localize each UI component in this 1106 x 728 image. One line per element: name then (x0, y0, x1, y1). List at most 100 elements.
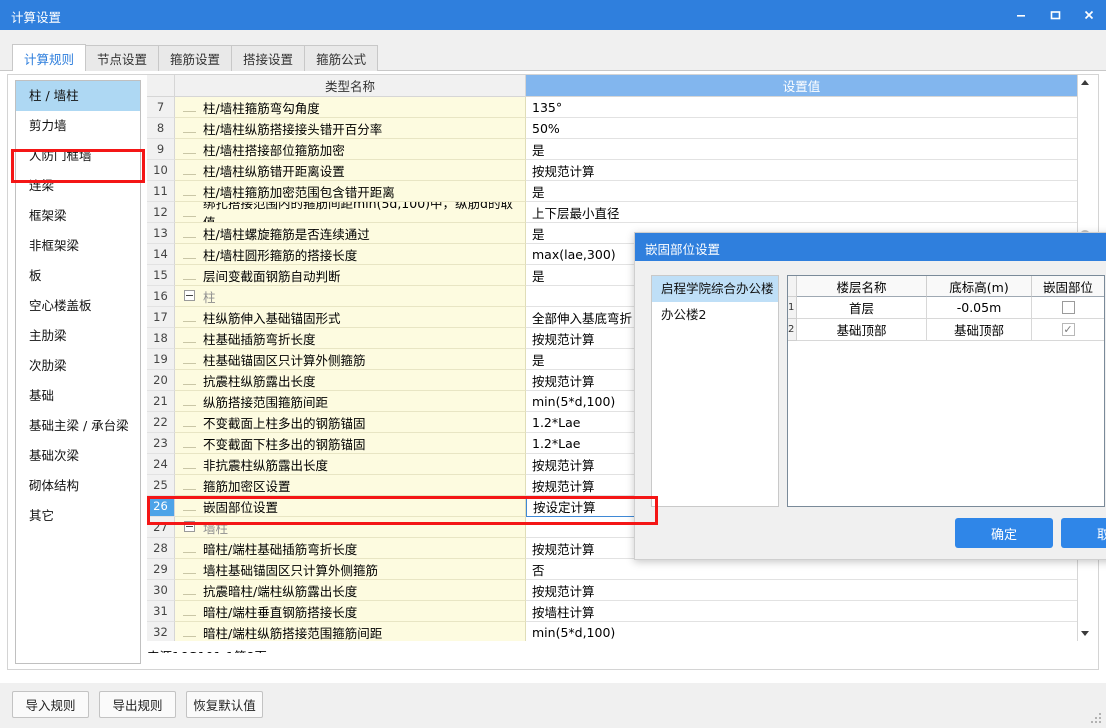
type-name-cell[interactable]: 柱/墙柱圆形箍筋的搭接长度 (175, 244, 526, 265)
type-name-cell[interactable]: 抗震暗柱/端柱纵筋露出长度 (175, 580, 526, 601)
type-name-cell[interactable]: 柱纵筋伸入基础锚固形式 (175, 307, 526, 328)
table-row[interactable]: 29 墙柱基础锚固区只计算外侧箍筋 否 (147, 559, 1077, 580)
type-name-cell[interactable]: 绑扎搭接范围内的箍筋间距min(5d,100)中，纵筋d的取值 (175, 202, 526, 223)
row-number-cell[interactable]: 9 (147, 139, 175, 160)
type-name-cell[interactable]: 柱/墙柱纵筋错开距离设置 (175, 160, 526, 181)
dialog-ok-button[interactable]: 确定 (955, 518, 1053, 548)
row-number-cell[interactable]: 16 (147, 286, 175, 307)
type-name-cell[interactable]: 柱/墙柱箍筋加密范围包含错开距离 (175, 181, 526, 202)
tab-2[interactable]: 箍筋设置 (158, 45, 233, 71)
table-row[interactable]: 10 柱/墙柱纵筋错开距离设置 按规范计算 (147, 160, 1077, 181)
sidebar-item-11[interactable]: 基础主梁 / 承台梁 (16, 411, 140, 441)
grid-header-setting-value[interactable]: 设置值 (526, 75, 1077, 97)
table-row[interactable]: 7 柱/墙柱箍筋弯勾角度 135° (147, 97, 1077, 118)
setting-value-cell[interactable]: min(5*d,100) (526, 622, 1077, 641)
type-name-cell[interactable]: 墙柱基础锚固区只计算外侧箍筋 (175, 559, 526, 580)
type-name-cell[interactable]: 暗柱/端柱基础插筋弯折长度 (175, 538, 526, 559)
table-row[interactable]: 11 柱/墙柱箍筋加密范围包含错开距离 是 (147, 181, 1077, 202)
table-row[interactable]: 32 暗柱/端柱纵筋搭接范围箍筋间距 min(5*d,100) (147, 622, 1077, 641)
dialog-table-row[interactable]: 1 首层 -0.05m (788, 297, 1104, 319)
type-name-cell[interactable]: 柱 (175, 286, 526, 307)
dialog-row-index[interactable]: 1 (788, 297, 797, 319)
type-name-cell[interactable]: 抗震柱纵筋露出长度 (175, 370, 526, 391)
table-row[interactable]: 12 绑扎搭接范围内的箍筋间距min(5d,100)中，纵筋d的取值 上下层最小直径 (147, 202, 1077, 223)
type-name-cell[interactable]: 柱/墙柱箍筋弯勾角度 (175, 97, 526, 118)
row-number-cell[interactable]: 28 (147, 538, 175, 559)
dialog-elevation-cell[interactable]: 基础顶部 (927, 319, 1032, 341)
sidebar-item-0[interactable]: 柱 / 墙柱 (16, 81, 140, 111)
type-name-cell[interactable]: 层间变截面钢筋自动判断 (175, 265, 526, 286)
sidebar-item-7[interactable]: 空心楼盖板 (16, 291, 140, 321)
row-number-cell[interactable]: 12 (147, 202, 175, 223)
import-rules-button[interactable]: 导入规则 (12, 691, 89, 718)
row-number-cell[interactable]: 29 (147, 559, 175, 580)
setting-value-cell[interactable]: 是 (526, 139, 1077, 160)
tab-3[interactable]: 搭接设置 (231, 45, 306, 71)
setting-value-cell[interactable]: 按规范计算 (526, 580, 1077, 601)
row-number-cell[interactable]: 25 (147, 475, 175, 496)
row-number-cell[interactable]: 15 (147, 265, 175, 286)
collapse-expander-icon[interactable] (175, 520, 203, 535)
row-number-cell[interactable]: 27 (147, 517, 175, 538)
table-row[interactable]: 31 暗柱/端柱垂直钢筋搭接长度 按墙柱计算 (147, 601, 1077, 622)
row-number-cell[interactable]: 31 (147, 601, 175, 622)
dialog-floor-table[interactable]: 楼层名称 底标高(m) 嵌固部位 1 首层 -0.05m 2 基础顶部 基础顶部 ✓ (787, 275, 1105, 507)
row-number-cell[interactable]: 21 (147, 391, 175, 412)
row-number-cell[interactable]: 13 (147, 223, 175, 244)
export-rules-button[interactable]: 导出规则 (99, 691, 176, 718)
sidebar-item-1[interactable]: 剪力墙 (16, 111, 140, 141)
maximize-button[interactable] (1038, 0, 1072, 30)
scroll-down-button[interactable] (1078, 626, 1092, 641)
sidebar-item-5[interactable]: 非框架梁 (16, 231, 140, 261)
type-name-cell[interactable]: 柱/墙柱纵筋搭接接头错开百分率 (175, 118, 526, 139)
dialog-table-body[interactable]: 1 首层 -0.05m 2 基础顶部 基础顶部 ✓ (788, 297, 1104, 341)
grid-header-type-name[interactable]: 类型名称 (175, 75, 526, 97)
collapse-expander-icon[interactable] (175, 289, 203, 304)
row-number-cell[interactable]: 18 (147, 328, 175, 349)
sidebar-item-14[interactable]: 其它 (16, 501, 140, 531)
dialog-project-item[interactable]: 启程学院综合办公楼 (652, 276, 778, 302)
row-number-cell[interactable]: 11 (147, 181, 175, 202)
row-number-cell[interactable]: 8 (147, 118, 175, 139)
type-name-cell[interactable]: 柱基础插筋弯折长度 (175, 328, 526, 349)
resize-grip[interactable] (1091, 713, 1103, 725)
sidebar-item-2[interactable]: 人防门框墙 (16, 141, 140, 171)
row-number-cell[interactable]: 23 (147, 433, 175, 454)
row-number-cell[interactable]: 30 (147, 580, 175, 601)
type-name-cell[interactable]: 不变截面下柱多出的钢筋锚固 (175, 433, 526, 454)
sidebar-item-12[interactable]: 基础次梁 (16, 441, 140, 471)
row-number-cell[interactable]: 19 (147, 349, 175, 370)
restore-defaults-button[interactable]: 恢复默认值 (186, 691, 263, 718)
tab-0[interactable]: 计算规则 (12, 44, 87, 71)
setting-value-cell[interactable]: 135° (526, 97, 1077, 118)
dialog-table-row[interactable]: 2 基础顶部 基础顶部 ✓ (788, 319, 1104, 341)
sidebar-item-8[interactable]: 主肋梁 (16, 321, 140, 351)
tab-1[interactable]: 节点设置 (85, 45, 160, 71)
row-number-cell[interactable]: 17 (147, 307, 175, 328)
dialog-project-list[interactable]: 启程学院综合办公楼 办公楼2 (651, 275, 779, 507)
type-name-cell[interactable]: 非抗震柱纵筋露出长度 (175, 454, 526, 475)
setting-value-cell[interactable]: 按规范计算 (526, 160, 1077, 181)
table-row[interactable]: 30 抗震暗柱/端柱纵筋露出长度 按规范计算 (147, 580, 1077, 601)
dialog-embed-checkbox-cell[interactable] (1032, 297, 1104, 319)
checkbox-checked-icon[interactable]: ✓ (1061, 323, 1075, 336)
sidebar-item-13[interactable]: 砌体结构 (16, 471, 140, 501)
tab-4[interactable]: 箍筋公式 (304, 45, 379, 71)
minimize-button[interactable] (1004, 0, 1038, 30)
row-number-cell[interactable]: 24 (147, 454, 175, 475)
sidebar-item-9[interactable]: 次肋梁 (16, 351, 140, 381)
row-number-cell[interactable]: 32 (147, 622, 175, 641)
dialog-embed-checkbox-cell[interactable]: ✓ (1032, 319, 1104, 341)
dialog-floor-name-cell[interactable]: 首层 (797, 297, 927, 319)
type-name-cell[interactable]: 嵌固部位设置 (175, 496, 526, 517)
sidebar-item-4[interactable]: 框架梁 (16, 201, 140, 231)
dialog-row-index[interactable]: 2 (788, 319, 797, 341)
setting-value-cell[interactable]: 上下层最小直径 (526, 202, 1077, 223)
type-name-cell[interactable]: 柱/墙柱搭接部位箍筋加密 (175, 139, 526, 160)
type-name-cell[interactable]: 暗柱/端柱垂直钢筋搭接长度 (175, 601, 526, 622)
type-name-cell[interactable]: 不变截面上柱多出的钢筋锚固 (175, 412, 526, 433)
table-row[interactable]: 8 柱/墙柱纵筋搭接接头错开百分率 50% (147, 118, 1077, 139)
type-name-cell[interactable]: 箍筋加密区设置 (175, 475, 526, 496)
dialog-cancel-button[interactable]: 取消 (1061, 518, 1106, 548)
type-name-cell[interactable]: 柱/墙柱螺旋箍筋是否连续通过 (175, 223, 526, 244)
